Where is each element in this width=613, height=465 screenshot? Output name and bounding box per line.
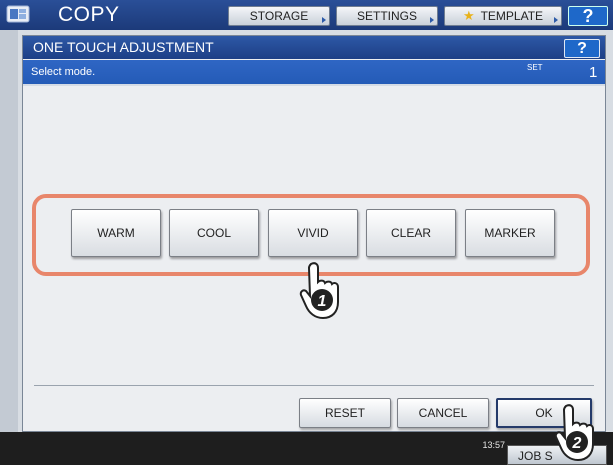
dialog-help-button[interactable]: ?: [564, 39, 600, 58]
message-text: Select mode.: [31, 66, 96, 78]
one-touch-adjustment-dialog: ONE TOUCH ADJUSTMENT ? Select mode. SET …: [22, 35, 606, 432]
set-label: SET: [527, 63, 543, 72]
dialog-title-bar: ONE TOUCH ADJUSTMENT ?: [23, 36, 605, 59]
star-icon: ★: [462, 8, 475, 23]
top-help-button[interactable]: ?: [568, 6, 608, 26]
mode-cool-button[interactable]: COOL: [169, 209, 259, 257]
cancel-button[interactable]: CANCEL: [397, 398, 489, 428]
mode-vivid-button[interactable]: VIVID: [268, 209, 358, 257]
tab-storage[interactable]: STORAGE: [228, 6, 330, 26]
tab-arrow-icon: [322, 17, 326, 23]
set-count: 1: [589, 64, 598, 81]
tab-settings[interactable]: SETTINGS: [336, 6, 438, 26]
tab-template-label: TEMPLATE: [480, 9, 544, 23]
divider: [23, 84, 605, 86]
mode-warm-button[interactable]: WARM: [71, 209, 161, 257]
app-title: COPY: [58, 3, 120, 26]
pointing-hand-icon: 2: [554, 404, 594, 462]
pointing-hand-icon: 1: [299, 262, 339, 320]
tab-arrow-icon: [554, 17, 558, 23]
tab-arrow-icon: [430, 17, 434, 23]
dialog-title: ONE TOUCH ADJUSTMENT: [33, 39, 214, 55]
background-panel: [0, 30, 18, 432]
callout-number: 2: [572, 435, 582, 452]
tab-settings-label: SETTINGS: [356, 9, 417, 23]
clock: 13:57: [482, 440, 505, 450]
mode-clear-button[interactable]: CLEAR: [366, 209, 456, 257]
tab-storage-label: STORAGE: [249, 9, 309, 23]
tab-template[interactable]: ★ TEMPLATE: [444, 6, 562, 26]
divider: [34, 385, 594, 386]
callout-number: 1: [318, 293, 327, 310]
mode-marker-button[interactable]: MARKER: [465, 209, 555, 257]
reset-button[interactable]: RESET: [299, 398, 391, 428]
message-bar: Select mode. SET 1: [23, 60, 605, 84]
copy-app-icon: [6, 5, 30, 23]
